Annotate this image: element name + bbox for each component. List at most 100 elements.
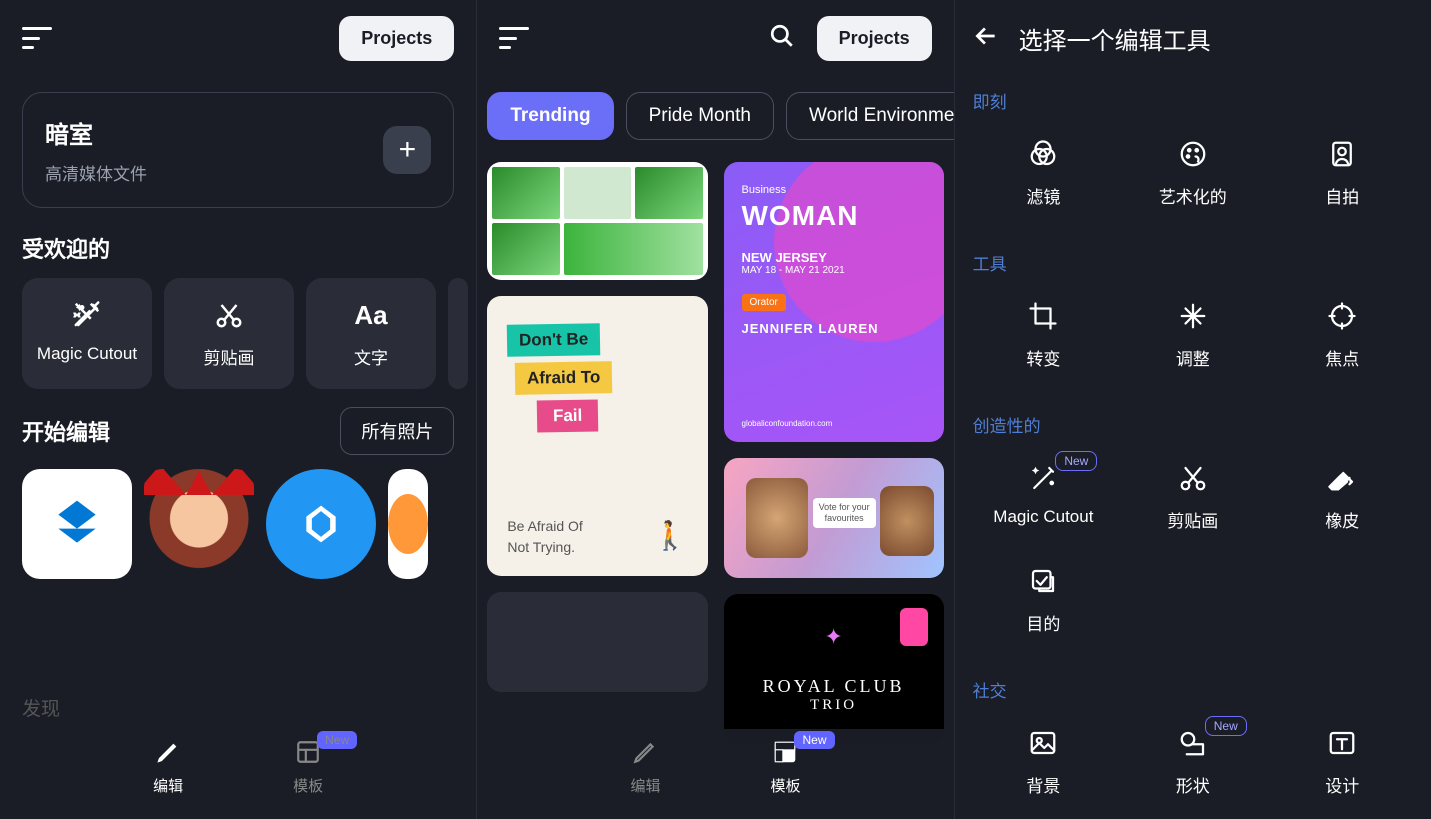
scissors-icon — [174, 298, 284, 332]
tool-label: 设计 — [1268, 772, 1417, 797]
new-badge: New — [317, 731, 357, 749]
section-label: 工具 — [955, 238, 1431, 289]
photo-thumb[interactable] — [266, 469, 376, 579]
scissors-icon — [1118, 461, 1267, 495]
text-tool[interactable]: Aa 文字 — [306, 278, 436, 389]
all-photos-chip[interactable]: 所有照片 — [340, 407, 454, 455]
darkroom-subtitle: 高清媒体文件 — [45, 160, 147, 185]
tools-scroll[interactable]: 即刻滤镜艺术化的自拍工具转变调整焦点创造性的NewMagic Cutout剪贴画… — [955, 76, 1431, 819]
eraser-icon — [1268, 461, 1417, 495]
section-label: 社交 — [955, 665, 1431, 716]
template-text: MAY 18 - MAY 21 2021 — [742, 265, 926, 276]
tool-艺术化的[interactable]: 艺术化的 — [1118, 137, 1267, 208]
template-text: Not Trying. — [507, 539, 575, 555]
start-edit-header: 开始编辑 所有照片 — [0, 389, 476, 469]
tool-label: 转变 — [969, 345, 1118, 370]
tool-label: 文字 — [316, 344, 426, 369]
sparkle-icon — [1118, 299, 1267, 333]
nav-templates[interactable]: New 模板 — [293, 739, 323, 819]
photo-thumb[interactable] — [144, 469, 254, 579]
portrait-icon — [1268, 137, 1417, 171]
add-media-button[interactable]: + — [383, 126, 431, 174]
tool-label: 形状 — [1118, 772, 1267, 797]
tool-调整[interactable]: 调整 — [1118, 299, 1267, 370]
template-card[interactable]: Business WOMAN NEW JERSEY MAY 18 - MAY 2… — [724, 162, 944, 442]
template-text: Business — [742, 184, 926, 196]
tool-label: 橡皮 — [1268, 507, 1417, 532]
chip-world-environment[interactable]: World Environme — [786, 92, 954, 140]
nav-edit[interactable]: 编辑 — [153, 739, 183, 819]
tool-背景[interactable]: 背景 — [969, 726, 1118, 797]
back-button[interactable] — [973, 23, 999, 54]
tool-焦点[interactable]: 焦点 — [1268, 299, 1417, 370]
photo-row — [0, 469, 476, 579]
projects-button[interactable]: Projects — [817, 16, 932, 61]
chip-pride-month[interactable]: Pride Month — [626, 92, 774, 140]
tool-滤镜[interactable]: 滤镜 — [969, 137, 1118, 208]
tool-形状[interactable]: New形状 — [1118, 726, 1267, 797]
template-text: JENNIFER LAUREN — [742, 321, 926, 336]
nav-label: 模板 — [293, 775, 323, 796]
tool-剪贴画[interactable]: 剪贴画 — [1118, 461, 1267, 532]
clipart-tool[interactable]: 剪贴画 — [164, 278, 294, 389]
tool-自拍[interactable]: 自拍 — [1268, 137, 1417, 208]
clone-icon — [969, 564, 1118, 598]
photo-thumb[interactable] — [388, 469, 428, 579]
template-card[interactable] — [487, 162, 707, 280]
nav-edit[interactable]: 编辑 — [630, 739, 660, 819]
menu-icon[interactable] — [22, 27, 52, 49]
template-text: Fail — [537, 399, 599, 432]
template-text: TRIO — [744, 697, 924, 714]
new-badge: New — [794, 731, 834, 749]
category-chips: Trending Pride Month World Environme — [477, 76, 953, 156]
tool-设计[interactable]: 设计 — [1268, 726, 1417, 797]
template-card[interactable] — [487, 592, 707, 692]
edit-home-pane: Projects 暗室 高清媒体文件 + 受欢迎的 Magic Cutout 剪… — [0, 0, 477, 819]
image-icon — [969, 726, 1118, 760]
discover-section-title: 发现 — [22, 694, 60, 721]
tool-grid: 背景New形状设计 — [955, 716, 1431, 819]
template-text: NEW JERSEY — [742, 250, 926, 265]
tool-grid: 转变调整焦点 — [955, 289, 1431, 400]
menu-icon[interactable] — [499, 27, 529, 49]
target-icon — [1268, 299, 1417, 333]
figure-icon: 🚶 — [653, 519, 688, 552]
pencil-icon — [630, 739, 660, 769]
tool-label: 滤镜 — [969, 183, 1118, 208]
photo-thumb[interactable] — [22, 469, 132, 579]
template-text: Be Afraid Of — [507, 518, 582, 534]
text-icon: Aa — [316, 298, 426, 332]
new-badge: New — [1055, 451, 1097, 471]
palette-icon — [1118, 137, 1267, 171]
magic-cutout-tool[interactable]: Magic Cutout — [22, 278, 152, 389]
tool-overflow[interactable] — [448, 278, 468, 389]
tool-label: 剪贴画 — [174, 344, 284, 369]
template-card[interactable]: Vote for your favourites — [724, 458, 944, 578]
popular-tools-row: Magic Cutout 剪贴画 Aa 文字 — [0, 278, 476, 389]
template-text: WOMAN — [742, 200, 926, 232]
darkroom-card[interactable]: 暗室 高清媒体文件 + — [22, 92, 454, 208]
nav-label: 编辑 — [153, 775, 183, 796]
tool-label: 调整 — [1118, 345, 1267, 370]
template-card[interactable]: Don't Be Afraid To Fail Be Afraid Of Not… — [487, 296, 707, 576]
tool-label: Magic Cutout — [969, 507, 1118, 527]
tool-grid: 滤镜艺术化的自拍 — [955, 127, 1431, 238]
page-title: 选择一个编辑工具 — [1019, 21, 1211, 56]
template-text: Don't Be — [507, 323, 601, 357]
template-card[interactable]: ✦ ROYAL CLUB TRIO — [724, 594, 944, 744]
projects-button[interactable]: Projects — [339, 16, 454, 61]
textbox-icon — [1268, 726, 1417, 760]
nav-templates[interactable]: New 模板 — [770, 739, 800, 819]
search-button[interactable] — [769, 23, 795, 54]
wand-icon — [32, 298, 142, 332]
tool-label: 艺术化的 — [1118, 183, 1267, 208]
pencil-icon — [153, 739, 183, 769]
tool-转变[interactable]: 转变 — [969, 299, 1118, 370]
bottom-nav: 编辑 New 模板 — [0, 729, 476, 819]
tool-橡皮[interactable]: 橡皮 — [1268, 461, 1417, 532]
tool-label: 背景 — [969, 772, 1118, 797]
tool-magic-cutout[interactable]: NewMagic Cutout — [969, 461, 1118, 532]
template-text: Orator — [742, 294, 786, 311]
tool-目的[interactable]: 目的 — [969, 564, 1118, 635]
chip-trending[interactable]: Trending — [487, 92, 613, 140]
